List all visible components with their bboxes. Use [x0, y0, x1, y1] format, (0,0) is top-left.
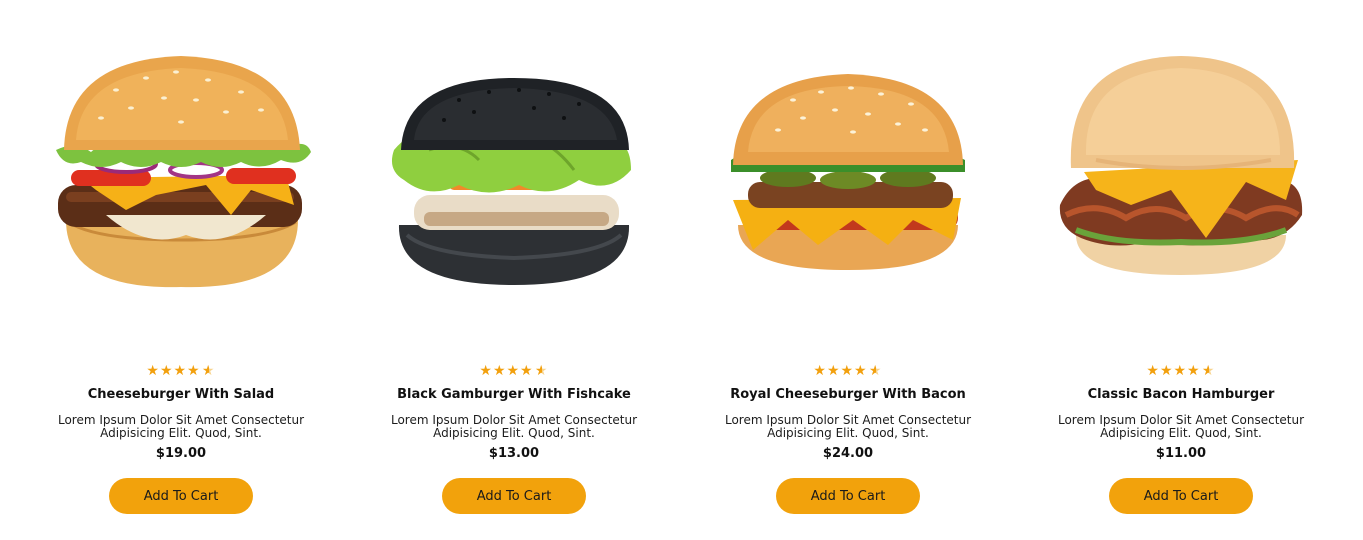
black-bun-burger-image [391, 78, 631, 285]
rating-stars: ★★★★ ★ [146, 364, 215, 380]
add-to-cart-button[interactable]: Add To Cart [1109, 478, 1253, 514]
half-star-icon: ★ [868, 363, 883, 379]
product-card: ★★★★ ★ Cheeseburger With Salad Lorem Ips… [36, 0, 326, 540]
product-price: $19.00 [155, 446, 207, 461]
rating-stars: ★★★★ ★ [813, 364, 882, 380]
product-description: Lorem Ipsum Dolor Sit Amet Consectetur A… [1057, 413, 1305, 440]
product-card: ★★★★ ★ Black Gamburger With Fishcake Lor… [369, 0, 659, 540]
half-star-icon: ★ [534, 363, 549, 379]
product-card: ★★★★ ★ Classic Bacon Hamburger Lorem Ips… [1036, 0, 1326, 540]
product-grid: ★★★★ ★ Cheeseburger With Salad Lorem Ips… [0, 0, 1363, 540]
product-price: $24.00 [822, 446, 874, 461]
product-price: $13.00 [488, 446, 540, 461]
burger-with-salad-image [56, 56, 311, 288]
half-star-icon: ★ [201, 363, 216, 379]
product-title: Cheeseburger With Salad [87, 387, 275, 402]
product-title: Royal Cheeseburger With Bacon [730, 387, 966, 402]
star-icon: ★★★★ [813, 363, 868, 379]
royal-cheeseburger-image [731, 74, 965, 270]
product-card: ★★★★ ★ Royal Cheeseburger With Bacon Lor… [703, 0, 993, 540]
product-image[interactable] [369, 0, 659, 350]
product-image[interactable] [1036, 0, 1326, 350]
star-icon: ★★★★ [479, 363, 534, 379]
star-icon: ★★★★ [1146, 363, 1201, 379]
bacon-hamburger-image [1059, 56, 1303, 275]
product-title: Classic Bacon Hamburger [1087, 387, 1275, 402]
half-star-icon: ★ [1201, 363, 1216, 379]
product-description: Lorem Ipsum Dolor Sit Amet Consectetur A… [57, 413, 305, 440]
product-description: Lorem Ipsum Dolor Sit Amet Consectetur A… [724, 413, 972, 440]
product-image[interactable] [36, 0, 326, 350]
product-title: Black Gamburger With Fishcake [397, 387, 631, 402]
rating-stars: ★★★★ ★ [1146, 364, 1215, 380]
product-image[interactable] [703, 0, 993, 350]
rating-stars: ★★★★ ★ [479, 364, 548, 380]
add-to-cart-button[interactable]: Add To Cart [109, 478, 253, 514]
add-to-cart-button[interactable]: Add To Cart [442, 478, 586, 514]
product-description: Lorem Ipsum Dolor Sit Amet Consectetur A… [390, 413, 638, 440]
add-to-cart-button[interactable]: Add To Cart [776, 478, 920, 514]
star-icon: ★★★★ [146, 363, 201, 379]
product-price: $11.00 [1155, 446, 1207, 461]
